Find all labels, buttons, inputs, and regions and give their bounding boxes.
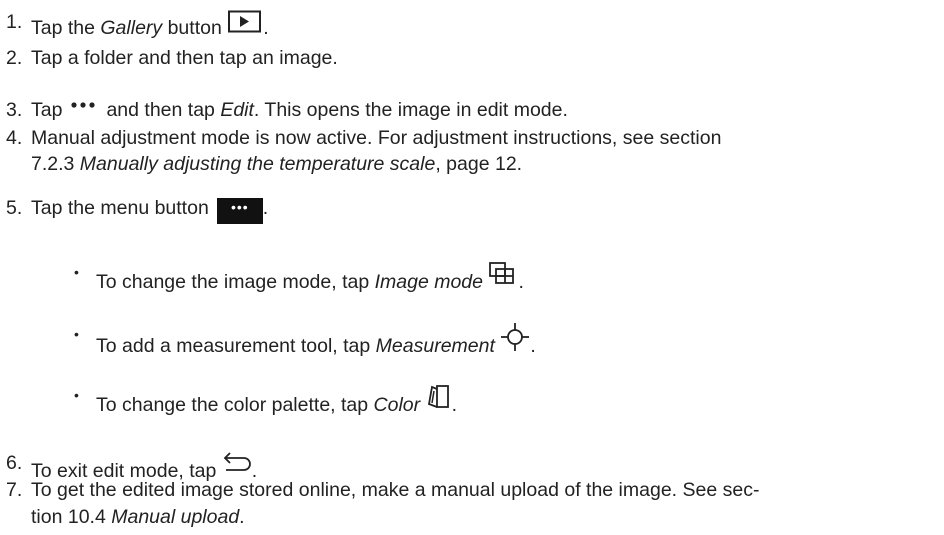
step-number: 5. bbox=[6, 197, 23, 219]
step-text: Tap the menu button •••. bbox=[31, 196, 268, 226]
image-mode-icon bbox=[488, 260, 518, 294]
bullet-mark: • bbox=[74, 326, 79, 342]
bullet-mark: • bbox=[74, 387, 79, 403]
gallery-play-icon bbox=[227, 10, 263, 40]
more-dots-icon bbox=[62, 98, 106, 122]
menu-button-icon: ••• bbox=[216, 198, 263, 224]
step-number: 7. bbox=[6, 479, 23, 501]
step-text: Tap a folder and then tap an image. bbox=[31, 47, 338, 69]
step-text: Tap and then tap Edit. This opens the im… bbox=[31, 98, 568, 122]
step-number: 1. bbox=[6, 11, 23, 33]
step-text: To get the edited image stored online, m… bbox=[31, 479, 760, 501]
measurement-crosshair-icon bbox=[500, 322, 530, 358]
bullet-text: To change the color palette, tap Color . bbox=[96, 383, 457, 417]
step-number: 3. bbox=[6, 99, 23, 121]
step-text: Tap the Gallery button . bbox=[31, 10, 269, 40]
color-palette-icon bbox=[426, 383, 452, 417]
step-number: 4. bbox=[6, 127, 23, 149]
bullet-mark: • bbox=[74, 264, 79, 280]
step-number: 2. bbox=[6, 47, 23, 69]
step-number: 6. bbox=[6, 452, 23, 474]
bullet-text: To add a measurement tool, tap Measureme… bbox=[96, 322, 536, 358]
step-text: Manual adjustment mode is now active. Fo… bbox=[31, 127, 722, 149]
bullet-text: To change the image mode, tap Image mode… bbox=[96, 260, 524, 294]
